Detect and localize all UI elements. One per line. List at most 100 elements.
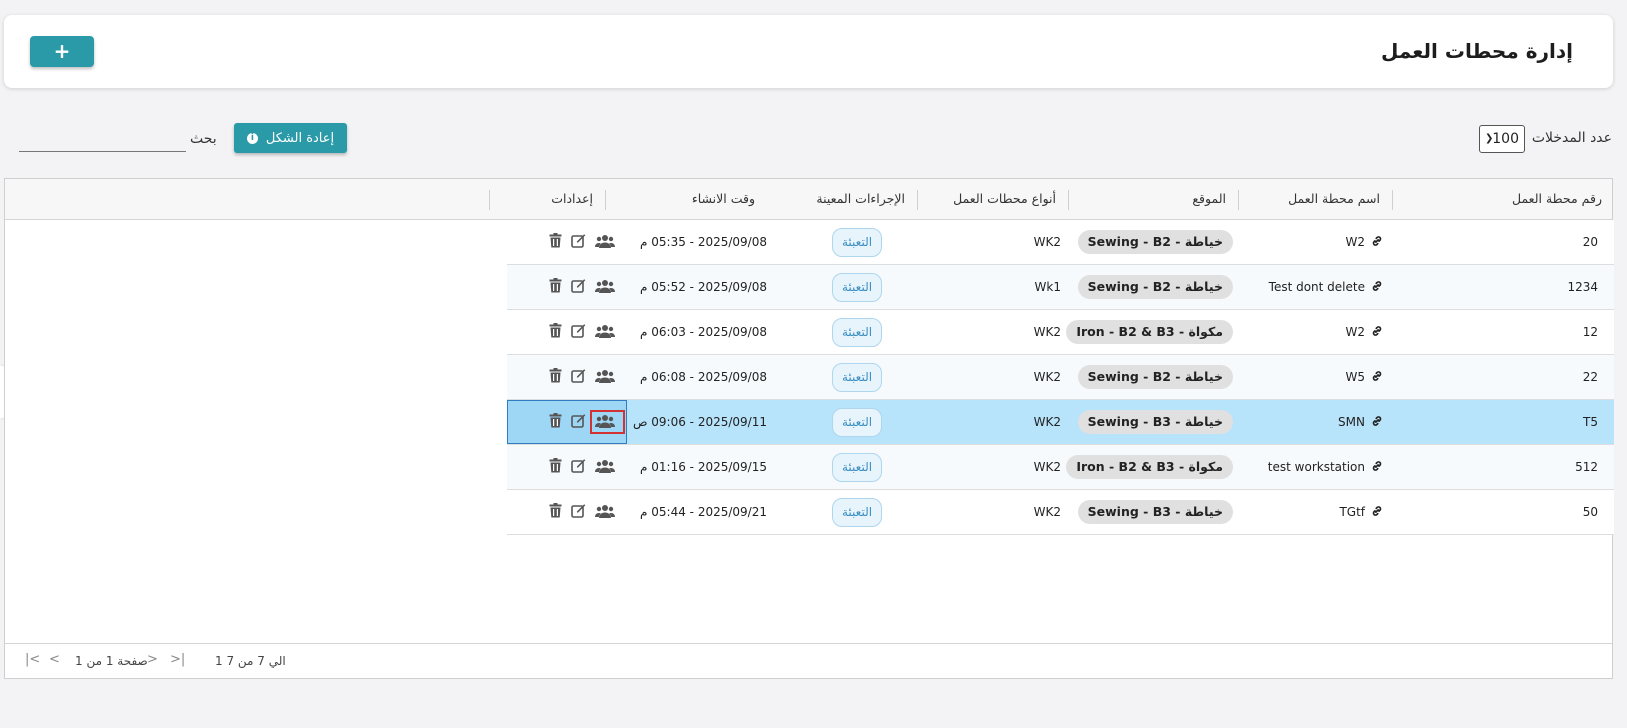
- cell-number: T5: [1583, 415, 1598, 429]
- reset-layout-label: إعادة الشكل: [265, 130, 335, 146]
- link-icon: [1371, 221, 1383, 265]
- procedure-badge: التعبئة: [832, 273, 883, 302]
- cell-number: 12: [1582, 325, 1598, 339]
- column-header-types[interactable]: أنواع محطات العمل: [917, 179, 1068, 219]
- cell-number: 22: [1582, 370, 1598, 384]
- table-row[interactable]: 512 test workstation Iron - B2 & B3 - مك…: [507, 445, 1614, 490]
- table-row[interactable]: 20 W2 Sewing - B2 - خياطة WK2 التعبئة 20…: [507, 220, 1614, 265]
- row-actions: [507, 310, 627, 354]
- trash-icon[interactable]: [549, 368, 562, 387]
- users-icon[interactable]: [595, 278, 615, 297]
- cell-name[interactable]: Test dont delete: [1238, 265, 1383, 309]
- cell-location: Iron - B2 & B3 - مكواة: [1066, 445, 1233, 489]
- procedure-badge: التعبئة: [832, 453, 883, 482]
- cell-number: 20: [1582, 235, 1598, 249]
- location-badge: Sewing - B3 - خياطة: [1077, 410, 1233, 434]
- column-header-created[interactable]: وقت الانشاء: [605, 179, 767, 219]
- users-icon[interactable]: [595, 233, 615, 252]
- link-icon: [1371, 491, 1383, 535]
- edit-icon[interactable]: [571, 458, 587, 477]
- header-card: إدارة محطات العمل +: [4, 15, 1613, 88]
- edit-icon[interactable]: [571, 503, 587, 522]
- pagination-count: 1 الي 7 من 7: [215, 654, 286, 668]
- cell-created: 2025/09/08 - 05:52 م: [640, 280, 767, 294]
- column-header-name[interactable]: اسم محطة العمل: [1238, 179, 1392, 219]
- pagination-last-button[interactable]: >|: [170, 652, 185, 667]
- table-header: رقم محطة العمل اسم محطة العمل الموقع أنو…: [5, 179, 1612, 220]
- column-header-number[interactable]: رقم محطة العمل: [1392, 179, 1614, 219]
- procedure-badge: التعبئة: [832, 498, 883, 527]
- trash-icon[interactable]: [549, 458, 562, 477]
- users-icon[interactable]: [595, 458, 615, 477]
- column-header-location[interactable]: الموقع: [1068, 179, 1238, 219]
- cell-type: WK2: [1033, 460, 1061, 474]
- table-row[interactable]: 12 W2 Iron - B2 & B3 - مكواة WK2 التعبئة…: [507, 310, 1614, 355]
- trash-icon[interactable]: [549, 233, 562, 252]
- cell-created: 2025/09/08 - 06:08 م: [640, 370, 767, 384]
- cell-name[interactable]: W2: [1238, 220, 1383, 264]
- cell-type: WK2: [1033, 415, 1061, 429]
- cell-created: 2025/09/08 - 05:35 م: [640, 235, 767, 249]
- trash-icon[interactable]: [549, 503, 562, 522]
- entries-select-value: 100: [1492, 131, 1519, 147]
- table-row[interactable]: T5 SMN Sewing - B3 - خياطة WK2 التعبئة 2…: [507, 400, 1614, 445]
- pagination-page: صفحة 1 من 1: [75, 654, 148, 668]
- pagination-next-button[interactable]: >: [147, 652, 158, 667]
- edit-icon[interactable]: [571, 368, 587, 387]
- location-badge: Sewing - B2 - خياطة: [1077, 230, 1233, 254]
- table-row[interactable]: 22 W5 Sewing - B2 - خياطة WK2 التعبئة 20…: [507, 355, 1614, 400]
- cell-number: 50: [1582, 505, 1598, 519]
- trash-icon[interactable]: [549, 413, 562, 432]
- entries-select[interactable]: ❯ 100: [1479, 125, 1525, 153]
- table-row[interactable]: 1234 Test dont delete Sewing - B2 - خياط…: [507, 265, 1614, 310]
- info-icon: i: [246, 132, 258, 144]
- edit-icon[interactable]: [571, 413, 587, 432]
- search-input[interactable]: [19, 126, 186, 152]
- link-icon: [1371, 311, 1383, 355]
- pagination-first-button[interactable]: |<: [25, 652, 40, 667]
- pagination-prev-button[interactable]: <: [49, 652, 60, 667]
- cell-name[interactable]: TGtf: [1238, 490, 1383, 534]
- cell-type: WK2: [1033, 235, 1061, 249]
- users-icon[interactable]: [595, 323, 615, 342]
- cell-type: WK2: [1033, 370, 1061, 384]
- cell-name[interactable]: SMN: [1238, 400, 1383, 444]
- cell-type: Wk1: [1034, 280, 1061, 294]
- row-actions: [507, 355, 627, 399]
- pagination: 1 الي 7 من 7 >| > صفحة 1 من 1 < |<: [5, 643, 1612, 679]
- procedure-badge: التعبئة: [832, 408, 883, 437]
- cell-location: Sewing - B2 - خياطة: [1068, 355, 1233, 399]
- cell-name[interactable]: test workstation: [1238, 445, 1383, 489]
- location-badge: Sewing - B2 - خياطة: [1077, 275, 1233, 299]
- table-row[interactable]: 50 TGtf Sewing - B3 - خياطة WK2 التعبئة …: [507, 490, 1614, 535]
- edit-icon[interactable]: [571, 233, 587, 252]
- cell-location: Sewing - B3 - خياطة: [1068, 490, 1233, 534]
- location-badge: Sewing - B3 - خياطة: [1077, 500, 1233, 524]
- users-icon[interactable]: [595, 503, 615, 522]
- cell-created: 2025/09/11 - 09:06 ص: [632, 415, 767, 429]
- edit-icon[interactable]: [571, 278, 587, 297]
- cell-name[interactable]: W5: [1238, 355, 1383, 399]
- trash-icon[interactable]: [549, 278, 562, 297]
- cell-location: Sewing - B2 - خياطة: [1068, 265, 1233, 309]
- cell-location: Sewing - B3 - خياطة: [1068, 400, 1233, 444]
- link-icon: [1371, 401, 1383, 445]
- row-actions: [507, 490, 627, 534]
- row-actions: [507, 220, 627, 264]
- cell-location: Iron - B2 & B3 - مكواة: [1066, 310, 1233, 354]
- trash-icon[interactable]: [549, 323, 562, 342]
- entries-label: عدد المدخلات: [1531, 130, 1612, 146]
- users-icon[interactable]: [595, 368, 615, 387]
- add-workstation-button[interactable]: +: [30, 36, 94, 67]
- cell-created: 2025/09/21 - 05:44 م: [640, 505, 767, 519]
- link-icon: [1371, 356, 1383, 400]
- row-actions: [507, 265, 627, 309]
- cell-type: WK2: [1033, 325, 1061, 339]
- location-badge: Iron - B2 & B3 - مكواة: [1066, 455, 1233, 479]
- reset-layout-button[interactable]: إعادة الشكل i: [234, 123, 347, 153]
- cell-name[interactable]: W2: [1238, 310, 1383, 354]
- page-title: إدارة محطات العمل: [1380, 39, 1573, 63]
- users-icon[interactable]: [595, 413, 615, 432]
- edit-icon[interactable]: [571, 323, 587, 342]
- cell-created: 2025/09/08 - 06:03 م: [640, 325, 767, 339]
